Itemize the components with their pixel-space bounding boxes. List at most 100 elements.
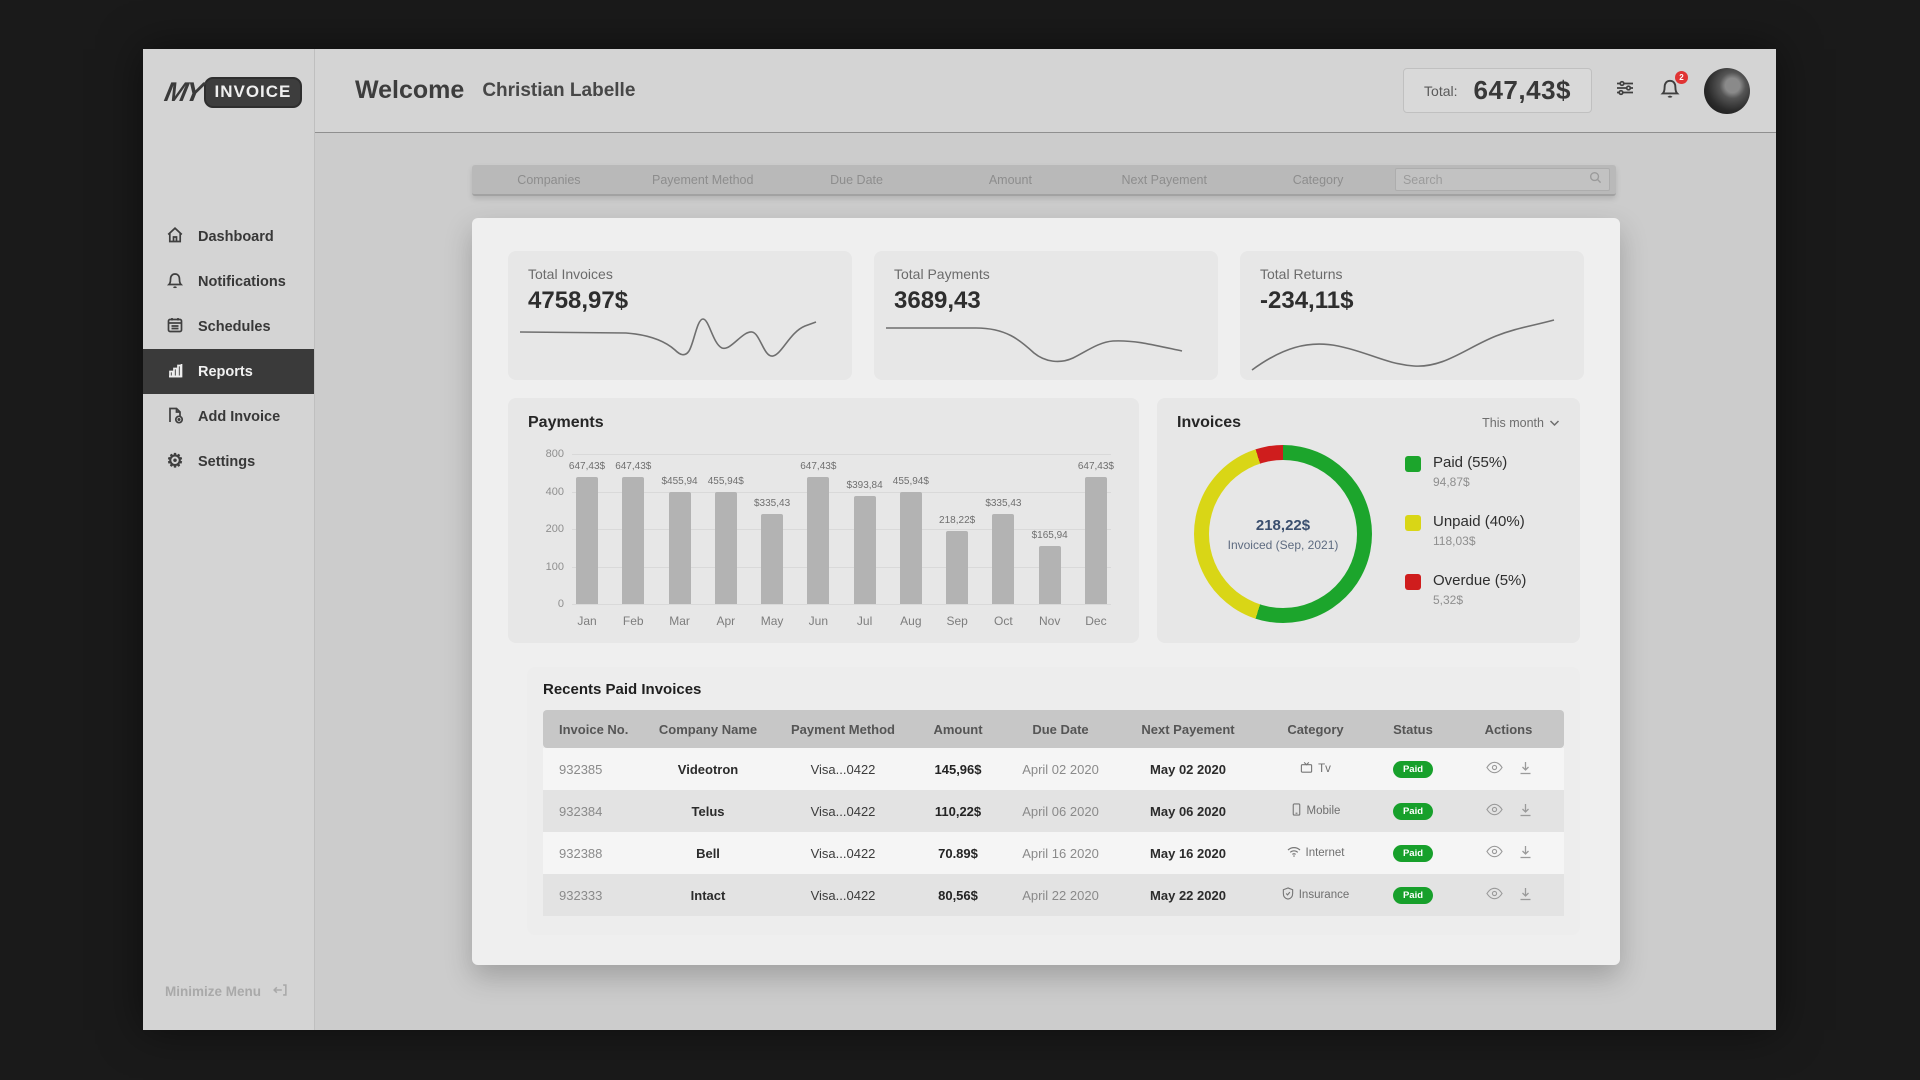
view-icon[interactable] [1486,887,1503,904]
bar-month-label: Apr [716,614,735,628]
sidebar-item-label: Schedules [198,319,271,335]
due-date: April 06 2020 [1003,804,1118,819]
recent-invoices-card: Recents Paid Invoices Invoice No. Compan… [527,667,1580,935]
bar-month-label: Jun [809,614,828,628]
bar-chart-icon [165,360,185,384]
sparkline-chart [518,306,828,376]
payments-bar-group: $335,43Oct [992,454,1014,604]
payments-bar[interactable] [854,496,876,604]
payments-bar[interactable] [1039,546,1061,605]
filter-next-payment[interactable]: Next Payement [1087,173,1241,187]
filter-amount[interactable]: Amount [933,173,1087,187]
total-value: 647,43$ [1474,75,1571,106]
payments-bar-group: 647,43$Jun [807,454,829,604]
avatar[interactable] [1704,68,1750,114]
payments-bar[interactable] [576,477,598,605]
category: Mobile [1258,803,1373,819]
sidebar-item-dashboard[interactable]: Dashboard [143,214,314,259]
sidebar-item-label: Dashboard [198,229,274,245]
bar-value-label: $165,94 [1032,530,1068,541]
legend-label: Overdue (5%) [1433,572,1526,589]
minimize-menu-label: Minimize Menu [165,984,261,999]
payments-bar-group: 647,43$Jan [576,454,598,604]
invoices-chart-title: Invoices [1177,414,1241,432]
sidebar-item-add-invoice[interactable]: Add Invoice [143,394,314,439]
notifications-button[interactable]: 2 [1658,76,1682,105]
donut-legend: Paid (55%) 94,87$ Unpaid (40%) 118,03$ O… [1405,454,1526,607]
tv-icon [1300,761,1313,777]
download-icon[interactable] [1519,845,1532,862]
due-date: April 22 2020 [1003,888,1118,903]
y-tick: 800 [530,448,564,460]
invoice-no: 932388 [543,846,643,861]
sidebar-item-settings[interactable]: ⚙ Settings [143,439,314,484]
view-icon[interactable] [1486,761,1503,778]
payments-bar[interactable] [715,492,737,605]
sidebar-item-notifications[interactable]: Notifications [143,259,314,304]
payments-bar[interactable] [761,514,783,604]
invoices-donut-chart[interactable]: 218,22$ Invoiced (Sep, 2021) [1194,445,1372,623]
filter-category[interactable]: Category [1241,173,1395,187]
filter-companies[interactable]: Companies [472,173,626,187]
table-row[interactable]: 932388 Bell Visa...0422 70.89$ April 16 … [543,832,1564,874]
table-header-row: Invoice No. Company Name Payment Method … [543,710,1564,748]
col-header: Next Payement [1118,722,1258,737]
col-header: Category [1258,722,1373,737]
chevron-down-icon [1549,416,1560,430]
payments-bar[interactable] [992,514,1014,604]
gear-icon: ⚙ [165,453,185,471]
company-name: Telus [643,804,773,819]
bar-value-label: $335,43 [985,498,1021,509]
bar-month-label: Jan [577,614,596,628]
period-selector[interactable]: This month [1482,416,1560,430]
sidebar-menu: Dashboard Notifications Schedules Report… [143,214,314,484]
sidebar-item-schedules[interactable]: Schedules [143,304,314,349]
payments-bar[interactable] [946,531,968,605]
actions-cell [1453,887,1564,904]
view-icon[interactable] [1486,845,1503,862]
wifi-icon [1287,846,1301,860]
view-icon[interactable] [1486,803,1503,820]
payments-bar[interactable] [1085,477,1107,605]
table-row[interactable]: 932384 Telus Visa...0422 110,22$ April 0… [543,790,1564,832]
category-label: Internet [1306,847,1345,859]
payments-bar[interactable] [622,477,644,605]
status-badge[interactable]: Paid [1393,845,1433,862]
stat-label: Total Returns [1260,266,1564,282]
period-label: This month [1482,416,1544,430]
table-title: Recents Paid Invoices [543,681,1564,698]
status-badge[interactable]: Paid [1393,761,1433,778]
search-input[interactable] [1403,173,1589,187]
download-icon[interactable] [1519,803,1532,820]
payments-bar[interactable] [669,492,691,605]
y-tick: 0 [530,598,564,610]
status-badge[interactable]: Paid [1393,887,1433,904]
search-icon [1589,171,1602,189]
user-name: Christian Labelle [482,80,635,102]
status-cell: Paid [1373,844,1453,862]
payments-bar[interactable] [807,477,829,605]
table-row[interactable]: 932385 Videotron Visa...0422 145,96$ Apr… [543,748,1564,790]
legend-swatch-unpaid [1405,515,1421,531]
payment-method: Visa...0422 [773,762,913,777]
status-cell: Paid [1373,886,1453,904]
due-date: April 02 2020 [1003,762,1118,777]
due-date: April 16 2020 [1003,846,1118,861]
table-row[interactable]: 932333 Intact Visa...0422 80,56$ April 2… [543,874,1564,916]
download-icon[interactable] [1519,887,1532,904]
filter-payment-method[interactable]: Payement Method [626,173,780,187]
download-icon[interactable] [1519,761,1532,778]
logo-invoice-badge: INVOICE [204,77,303,108]
minimize-menu-button[interactable]: Minimize Menu [165,981,289,1002]
invoice-no: 932385 [543,762,643,777]
filter-due-date[interactable]: Due Date [780,173,934,187]
payments-bar[interactable] [900,492,922,605]
sidebar-item-reports[interactable]: Reports [143,349,314,394]
app-logo: MY INVOICE [143,49,314,108]
payments-bar-group: 647,43$Feb [622,454,644,604]
bar-value-label: 647,43$ [615,461,651,472]
category: Insurance [1258,887,1373,903]
actions-cell [1453,761,1564,778]
status-badge[interactable]: Paid [1393,803,1433,820]
filter-settings-button[interactable] [1614,77,1636,104]
